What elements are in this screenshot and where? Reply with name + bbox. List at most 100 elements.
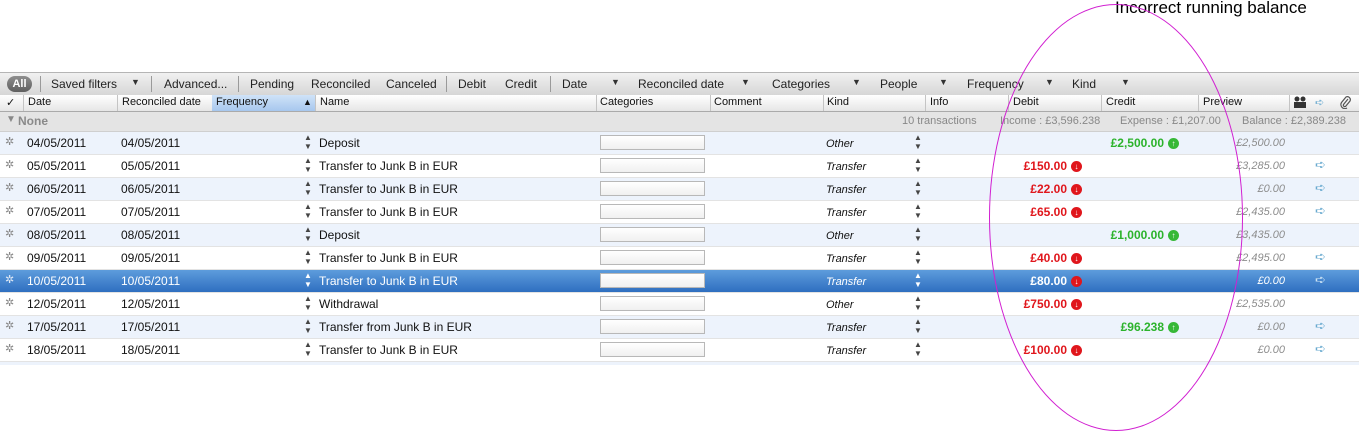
- categories-field[interactable]: [600, 227, 705, 242]
- row-name: Transfer to Junk B in EUR: [319, 251, 458, 265]
- transfer-arrow-icon[interactable]: ➪: [1315, 318, 1326, 334]
- filter-all-button[interactable]: All: [7, 76, 32, 92]
- transaction-row[interactable]: ✲ 04/05/2011 04/05/2011 ▲ ▼ Deposit Other…: [0, 132, 1359, 155]
- transfer-arrow-icon[interactable]: ➪: [1315, 157, 1326, 173]
- transfer-arrow-icon[interactable]: ➪: [1315, 341, 1326, 357]
- filter-pending[interactable]: Pending: [250, 77, 294, 91]
- chevron-down-icon[interactable]: ▼: [131, 77, 140, 87]
- row-date: 17/05/2011: [27, 320, 87, 334]
- debit-amount: £40.00: [1030, 251, 1067, 265]
- kind-stepper[interactable]: ▲ ▼: [914, 271, 922, 289]
- spinner-icon: ✲: [5, 343, 15, 355]
- categories-field[interactable]: [600, 250, 705, 265]
- frequency-stepper[interactable]: ▲ ▼: [304, 179, 312, 197]
- kind-stepper[interactable]: ▲ ▼: [914, 179, 922, 197]
- transfer-arrow-icon[interactable]: ➪: [1315, 203, 1326, 219]
- paperclip-icon[interactable]: [1340, 96, 1351, 111]
- transaction-row-selected[interactable]: ✲ 10/05/2011 10/05/2011 ▲ ▼ Transfer to J…: [0, 270, 1359, 293]
- annotation-title: Incorrect running balance: [1115, 0, 1307, 17]
- transaction-row[interactable]: ✲ 06/05/2011 06/05/2011 ▲ ▼ Transfer to J…: [0, 178, 1359, 201]
- group-row[interactable]: ▼ None 10 transactions Income : £3,596.2…: [0, 112, 1359, 132]
- column-name[interactable]: Name: [320, 96, 349, 111]
- transfer-arrow-icon[interactable]: ➪: [1315, 272, 1326, 288]
- transaction-row[interactable]: ✲ 05/05/2011 05/05/2011 ▲ ▼ Transfer to J…: [0, 155, 1359, 178]
- transaction-row[interactable]: ✲ 17/05/2011 17/05/2011 ▲ ▼ Transfer from…: [0, 316, 1359, 339]
- transaction-row[interactable]: ✲ 18/05/2011 18/05/2011 ▲ ▼ Transfer to J…: [0, 339, 1359, 362]
- frequency-stepper[interactable]: ▲ ▼: [304, 156, 312, 174]
- transaction-row[interactable]: ✲ 08/05/2011 08/05/2011 ▲ ▼ Deposit Other…: [0, 224, 1359, 247]
- column-frequency[interactable]: Frequency: [216, 96, 268, 111]
- people-icon[interactable]: [1293, 95, 1307, 110]
- categories-field[interactable]: [600, 181, 705, 196]
- column-reconciled-date[interactable]: Reconciled date: [122, 96, 201, 111]
- kind-stepper[interactable]: ▲ ▼: [914, 133, 922, 151]
- filter-reconciled[interactable]: Reconciled: [311, 77, 370, 91]
- column-preview[interactable]: Preview: [1203, 96, 1242, 111]
- down-arrow-icon: ↓: [1071, 276, 1082, 288]
- debit-amount: £80.00: [1030, 274, 1067, 288]
- categories-field[interactable]: [600, 273, 705, 288]
- categories-field[interactable]: [600, 296, 705, 311]
- kind-stepper[interactable]: ▲ ▼: [914, 294, 922, 312]
- transfer-arrow-icon[interactable]: ➪: [1315, 96, 1324, 111]
- kind-stepper[interactable]: ▲ ▼: [914, 202, 922, 220]
- frequency-stepper[interactable]: ▲ ▼: [304, 202, 312, 220]
- frequency-stepper[interactable]: ▲ ▼: [304, 248, 312, 266]
- filter-credit[interactable]: Credit: [505, 77, 537, 91]
- frequency-stepper[interactable]: ▲ ▼: [304, 340, 312, 358]
- frequency-stepper[interactable]: ▲ ▼: [304, 133, 312, 151]
- divider: [446, 76, 447, 92]
- row-name: Transfer to Junk B in EUR: [319, 205, 458, 219]
- chevron-down-icon[interactable]: ▼: [852, 77, 861, 87]
- kind-stepper[interactable]: ▲ ▼: [914, 248, 922, 266]
- filter-reconciled-date-menu[interactable]: Reconciled date: [638, 77, 724, 91]
- kind-stepper[interactable]: ▲ ▼: [914, 225, 922, 243]
- chevron-down-icon[interactable]: ▼: [1045, 77, 1054, 87]
- transaction-row[interactable]: ✲ 12/05/2011 12/05/2011 ▲ ▼ Withdrawal Ot…: [0, 293, 1359, 316]
- categories-field[interactable]: [600, 135, 705, 150]
- disclosure-triangle-icon[interactable]: ▼: [6, 114, 16, 125]
- chevron-down-icon[interactable]: ▼: [1121, 77, 1130, 87]
- transaction-row[interactable]: ✲ 09/05/2011 09/05/2011 ▲ ▼ Transfer to J…: [0, 247, 1359, 270]
- categories-field[interactable]: [600, 204, 705, 219]
- column-date[interactable]: Date: [28, 96, 51, 111]
- table-end-row: [0, 362, 1359, 365]
- transfer-arrow-icon[interactable]: ➪: [1315, 249, 1326, 265]
- transfer-arrow-icon[interactable]: ➪: [1315, 180, 1326, 196]
- frequency-stepper[interactable]: ▲ ▼: [304, 317, 312, 335]
- column-categories[interactable]: Categories: [600, 96, 653, 111]
- frequency-stepper[interactable]: ▲ ▼: [304, 225, 312, 243]
- filter-kind-menu[interactable]: Kind: [1072, 77, 1096, 91]
- row-credit: £1,000.00 ↑: [1100, 228, 1179, 242]
- column-comment[interactable]: Comment: [714, 96, 762, 111]
- chevron-down-icon[interactable]: ▼: [611, 77, 620, 87]
- filter-canceled[interactable]: Canceled: [386, 77, 437, 91]
- kind-stepper[interactable]: ▲ ▼: [914, 317, 922, 335]
- categories-field[interactable]: [600, 342, 705, 357]
- categories-field[interactable]: [600, 319, 705, 334]
- transaction-row[interactable]: ✲ 07/05/2011 07/05/2011 ▲ ▼ Transfer to J…: [0, 201, 1359, 224]
- kind-stepper[interactable]: ▲ ▼: [914, 340, 922, 358]
- row-credit: £96.238 ↑: [1100, 320, 1179, 334]
- categories-field[interactable]: [600, 158, 705, 173]
- row-debit: £40.00 ↓: [1000, 251, 1082, 265]
- filter-frequency-menu[interactable]: Frequency: [967, 77, 1024, 91]
- column-check[interactable]: ✓: [6, 96, 15, 111]
- chevron-down-icon[interactable]: ▼: [939, 77, 948, 87]
- column-credit[interactable]: Credit: [1106, 96, 1135, 111]
- filter-debit[interactable]: Debit: [458, 77, 486, 91]
- column-kind[interactable]: Kind: [827, 96, 849, 111]
- advanced-filter-button[interactable]: Advanced...: [164, 77, 227, 91]
- frequency-stepper[interactable]: ▲ ▼: [304, 294, 312, 312]
- row-preview-balance: £0.00: [1257, 344, 1285, 356]
- frequency-stepper[interactable]: ▲ ▼: [304, 271, 312, 289]
- row-credit: £2,500.00 ↑: [1100, 136, 1179, 150]
- chevron-down-icon[interactable]: ▼: [741, 77, 750, 87]
- column-debit[interactable]: Debit: [1013, 96, 1039, 111]
- column-info[interactable]: Info: [930, 96, 948, 111]
- filter-people-menu[interactable]: People: [880, 77, 917, 91]
- saved-filters-menu[interactable]: Saved filters: [51, 77, 117, 91]
- kind-stepper[interactable]: ▲ ▼: [914, 156, 922, 174]
- filter-date-menu[interactable]: Date: [562, 77, 587, 91]
- filter-categories-menu[interactable]: Categories: [772, 77, 830, 91]
